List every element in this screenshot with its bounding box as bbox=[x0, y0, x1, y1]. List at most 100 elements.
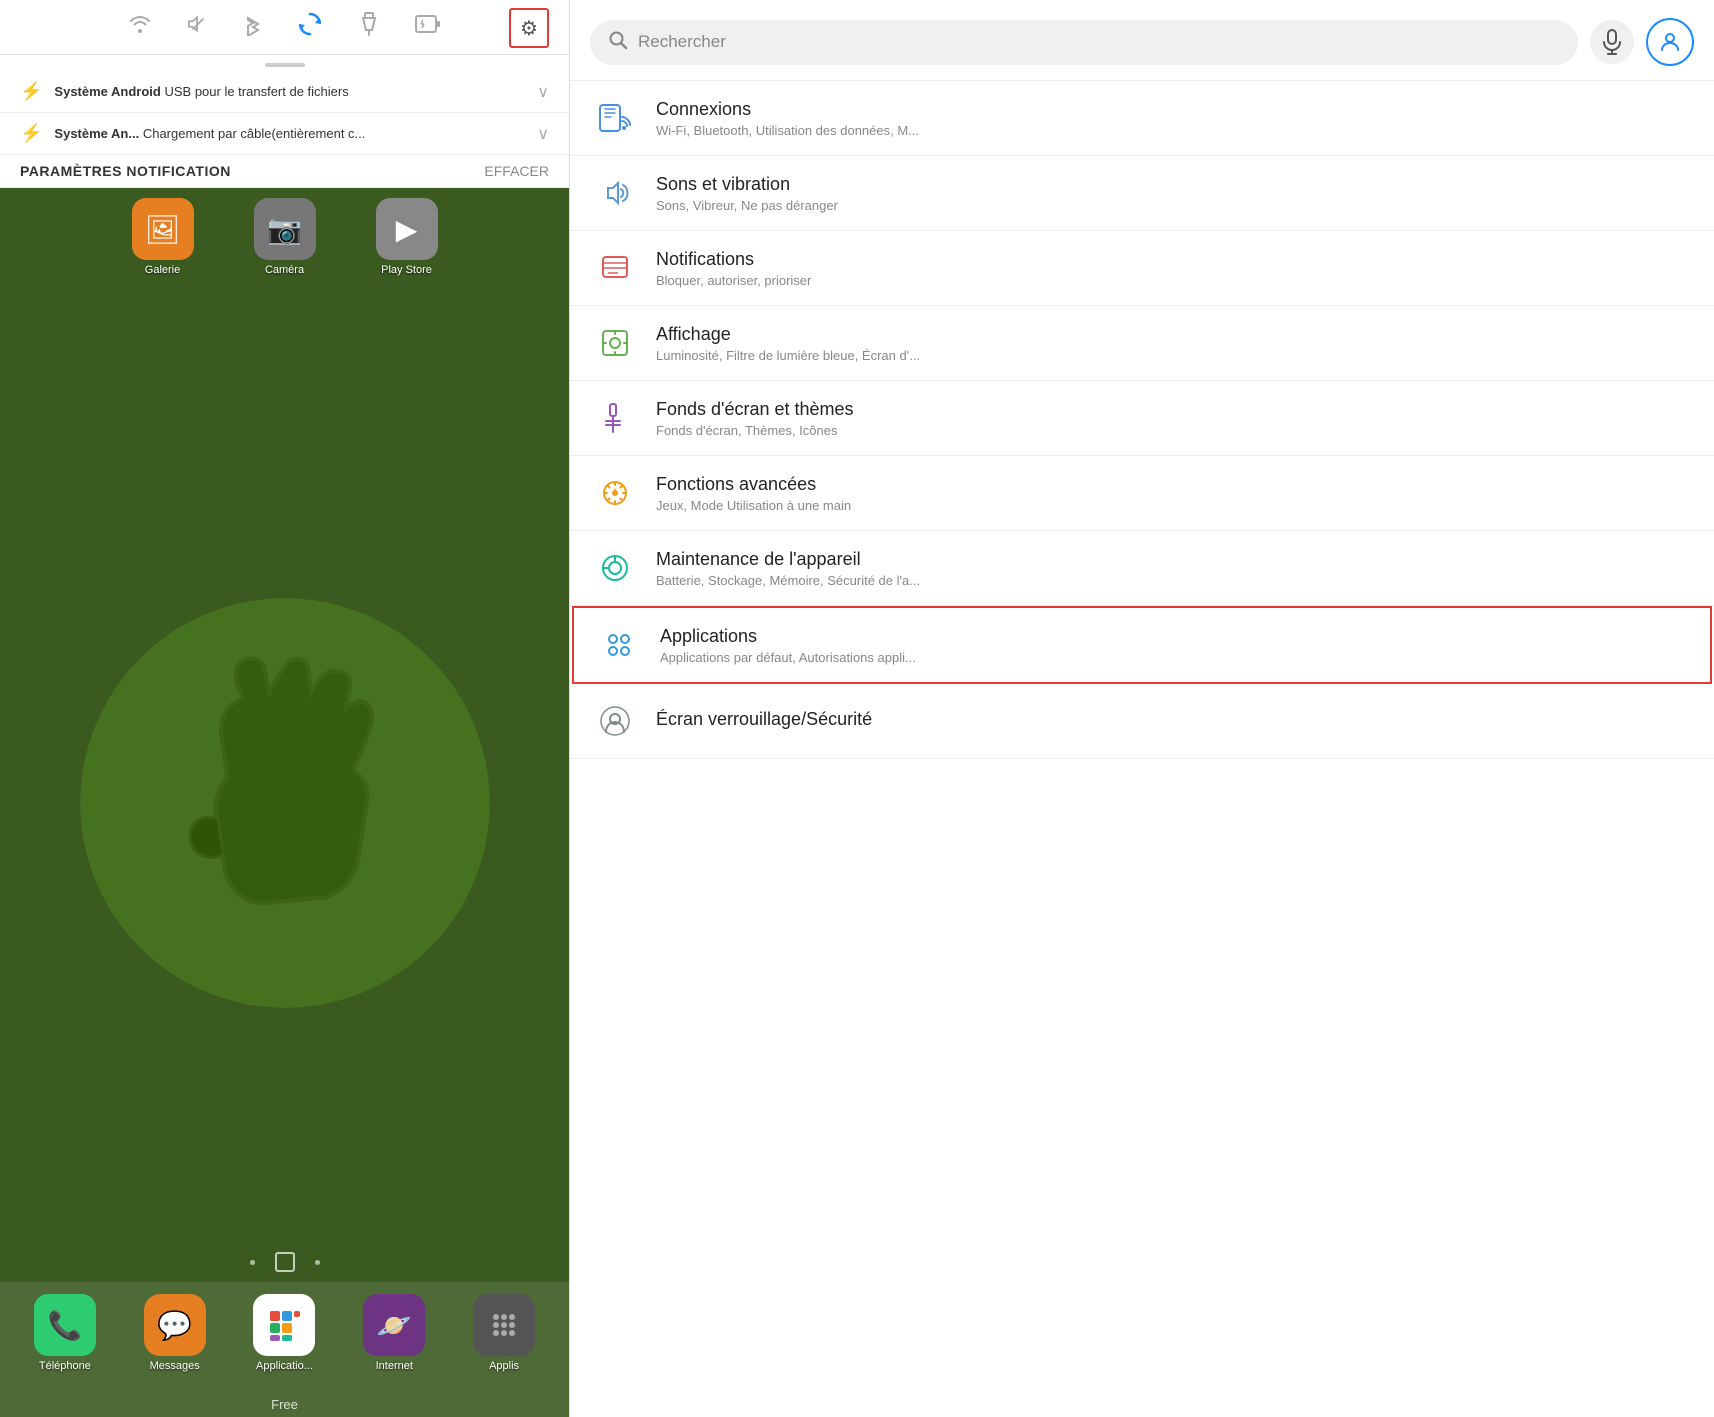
notifications-subtitle: Bloquer, autoriser, prioriser bbox=[656, 273, 1690, 288]
camera-label: Caméra bbox=[265, 264, 304, 276]
telephone-icon: 📞 bbox=[34, 1294, 96, 1356]
notifications-text: Notifications Bloquer, autoriser, priori… bbox=[656, 249, 1690, 288]
connexions-title: Connexions bbox=[656, 99, 1690, 120]
mute-icon bbox=[187, 13, 209, 41]
maintenance-text: Maintenance de l'appareil Batterie, Stoc… bbox=[656, 549, 1690, 588]
connexions-text: Connexions Wi-Fi, Bluetooth, Utilisation… bbox=[656, 99, 1690, 138]
ecran-text: Écran verrouillage/Sécurité bbox=[656, 709, 1690, 733]
search-bar[interactable]: Rechercher bbox=[590, 20, 1578, 65]
top-apps-row: 🖼 Galerie 📷 Caméra ▶ Play Store bbox=[0, 198, 569, 276]
bottom-navigation bbox=[0, 1252, 569, 1272]
fonctions-icon bbox=[594, 472, 636, 514]
dock-internet[interactable]: 🪐 Internet bbox=[363, 1294, 425, 1372]
affichage-title: Affichage bbox=[656, 324, 1690, 345]
flashlight-icon bbox=[358, 11, 380, 43]
settings-item-ecran[interactable]: Écran verrouillage/Sécurité bbox=[570, 684, 1714, 759]
gear-button[interactable]: ⚙ bbox=[509, 8, 549, 48]
gear-icon: ⚙ bbox=[520, 16, 538, 41]
notification-settings-bar: PARAMÈTRES NOTIFICATION EFFACER bbox=[0, 155, 569, 188]
app-galerie[interactable]: 🖼 Galerie bbox=[132, 198, 194, 276]
fonds-icon bbox=[594, 397, 636, 439]
wifi-icon bbox=[128, 14, 152, 40]
carrier-label: Free bbox=[0, 1397, 569, 1412]
fonds-text: Fonds d'écran et thèmes Fonds d'écran, T… bbox=[656, 399, 1690, 438]
battery-icon bbox=[415, 11, 441, 43]
dock-messages[interactable]: 💬 Messages bbox=[144, 1294, 206, 1372]
nav-home-icon[interactable] bbox=[275, 1252, 295, 1272]
applis-icon bbox=[473, 1294, 535, 1356]
right-panel: Rechercher bbox=[570, 0, 1714, 1417]
camera-icon: 📷 bbox=[254, 198, 316, 260]
notification-settings-label: PARAMÈTRES NOTIFICATION bbox=[20, 163, 231, 179]
playstore-label: Play Store bbox=[381, 264, 432, 276]
ecran-icon bbox=[594, 700, 636, 742]
search-icon bbox=[608, 30, 628, 55]
mic-button[interactable] bbox=[1590, 20, 1634, 64]
notification-charge[interactable]: ⚡ Système An... Chargement par câble(ent… bbox=[0, 113, 569, 155]
notification-usb-text: Système Android USB pour le transfert de… bbox=[54, 84, 525, 99]
settings-item-affichage[interactable]: Affichage Luminosité, Filtre de lumière … bbox=[570, 306, 1714, 381]
settings-item-fonctions[interactable]: Fonctions avancées Jeux, Mode Utilisatio… bbox=[570, 456, 1714, 531]
phone-screen: 🖼 Galerie 📷 Caméra ▶ Play Store 📞 Téléph… bbox=[0, 188, 569, 1417]
dock-applications[interactable]: Applicatio... bbox=[253, 1294, 315, 1372]
applications-text: Applications Applications par défaut, Au… bbox=[660, 626, 1686, 665]
sons-subtitle: Sons, Vibreur, Ne pas déranger bbox=[656, 198, 1690, 213]
internet-label: Internet bbox=[376, 1360, 413, 1372]
galerie-icon: 🖼 bbox=[132, 198, 194, 260]
ecran-title: Écran verrouillage/Sécurité bbox=[656, 709, 1690, 730]
dock-applis[interactable]: Applis bbox=[473, 1294, 535, 1372]
notifications-title: Notifications bbox=[656, 249, 1690, 270]
nav-recents-icon[interactable] bbox=[315, 1260, 320, 1265]
notification-charge-text: Système An... Chargement par câble(entiè… bbox=[54, 126, 525, 141]
playstore-icon: ▶ bbox=[376, 198, 438, 260]
fonctions-text: Fonctions avancées Jeux, Mode Utilisatio… bbox=[656, 474, 1690, 513]
applications-subtitle: Applications par défaut, Autorisations a… bbox=[660, 650, 1686, 665]
search-placeholder: Rechercher bbox=[638, 32, 1560, 52]
maintenance-icon bbox=[594, 547, 636, 589]
expand-icon-2: ∨ bbox=[537, 124, 549, 144]
app-camera[interactable]: 📷 Caméra bbox=[254, 198, 316, 276]
settings-item-connexions[interactable]: Connexions Wi-Fi, Bluetooth, Utilisation… bbox=[570, 81, 1714, 156]
left-panel: ⚙ ⚡ Système Android USB pour le transfer… bbox=[0, 0, 570, 1417]
applications-label: Applicatio... bbox=[256, 1360, 313, 1372]
wallpaper-fist bbox=[0, 188, 569, 1417]
clear-button[interactable]: EFFACER bbox=[484, 163, 549, 179]
connexions-subtitle: Wi-Fi, Bluetooth, Utilisation des donnée… bbox=[656, 123, 1690, 138]
sync-icon bbox=[297, 11, 323, 43]
applications-title: Applications bbox=[660, 626, 1686, 647]
settings-item-maintenance[interactable]: Maintenance de l'appareil Batterie, Stoc… bbox=[570, 531, 1714, 606]
messages-label: Messages bbox=[150, 1360, 200, 1372]
usb-icon: ⚡ bbox=[20, 81, 42, 102]
galerie-label: Galerie bbox=[145, 264, 180, 276]
settings-item-sons[interactable]: Sons et vibration Sons, Vibreur, Ne pas … bbox=[570, 156, 1714, 231]
telephone-label: Téléphone bbox=[39, 1360, 91, 1372]
applis-label: Applis bbox=[489, 1360, 519, 1372]
fonctions-subtitle: Jeux, Mode Utilisation à une main bbox=[656, 498, 1690, 513]
affichage-icon bbox=[594, 322, 636, 364]
search-container: Rechercher bbox=[570, 0, 1714, 81]
fonds-title: Fonds d'écran et thèmes bbox=[656, 399, 1690, 420]
status-bar: ⚙ bbox=[0, 0, 569, 55]
charge-icon: ⚡ bbox=[20, 123, 42, 144]
applications-grid-icon bbox=[253, 1294, 315, 1356]
profile-button[interactable] bbox=[1646, 18, 1694, 66]
connexions-icon bbox=[594, 97, 636, 139]
settings-item-notifications[interactable]: Notifications Bloquer, autoriser, priori… bbox=[570, 231, 1714, 306]
applications-icon bbox=[598, 624, 640, 666]
messages-icon: 💬 bbox=[144, 1294, 206, 1356]
affichage-text: Affichage Luminosité, Filtre de lumière … bbox=[656, 324, 1690, 363]
maintenance-subtitle: Batterie, Stockage, Mémoire, Sécurité de… bbox=[656, 573, 1690, 588]
nav-back-icon[interactable] bbox=[250, 1260, 255, 1265]
settings-item-applications[interactable]: Applications Applications par défaut, Au… bbox=[572, 606, 1712, 684]
settings-item-fonds[interactable]: Fonds d'écran et thèmes Fonds d'écran, T… bbox=[570, 381, 1714, 456]
internet-icon: 🪐 bbox=[363, 1294, 425, 1356]
expand-icon: ∨ bbox=[537, 82, 549, 102]
app-playstore[interactable]: ▶ Play Store bbox=[376, 198, 438, 276]
fonds-subtitle: Fonds d'écran, Thèmes, Icônes bbox=[656, 423, 1690, 438]
dock-telephone[interactable]: 📞 Téléphone bbox=[34, 1294, 96, 1372]
settings-list: Connexions Wi-Fi, Bluetooth, Utilisation… bbox=[570, 81, 1714, 1417]
drag-handle bbox=[0, 55, 569, 71]
notifications-icon bbox=[594, 247, 636, 289]
sons-title: Sons et vibration bbox=[656, 174, 1690, 195]
notification-usb[interactable]: ⚡ Système Android USB pour le transfert … bbox=[0, 71, 569, 113]
